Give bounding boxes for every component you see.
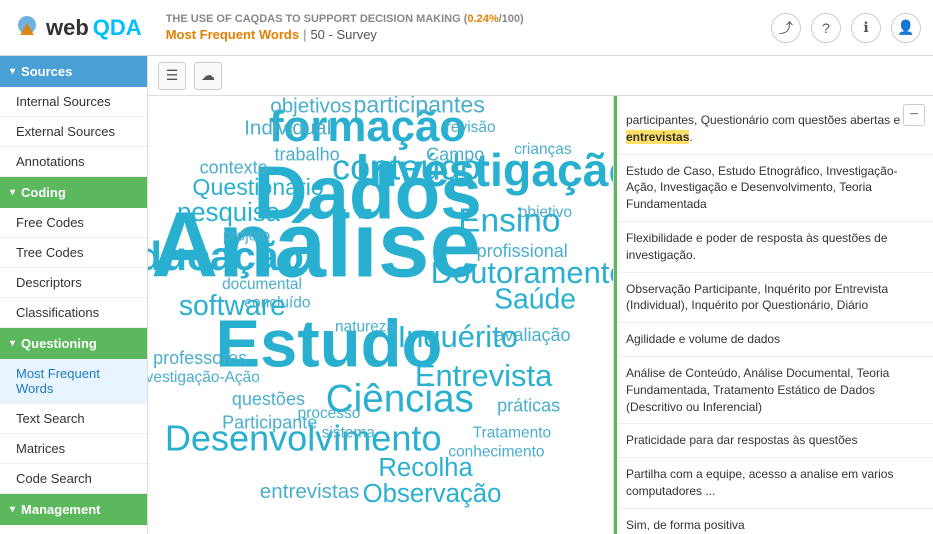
- split-view: AnáliseDadosEstudoInvestigaçãoformaçãoEd…: [148, 96, 933, 534]
- wordcloud-word[interactable]: Campo: [426, 144, 484, 164]
- toolbar: ☰ ☁: [148, 56, 933, 96]
- wordcloud-word[interactable]: avaliação: [494, 325, 570, 345]
- breadcrumb-current: 50 - Survey: [310, 27, 376, 42]
- wordcloud-word[interactable]: concluído: [244, 294, 310, 311]
- result-item[interactable]: Sim, de forma positiva: [614, 509, 933, 534]
- sidebar-item-internal-sources[interactable]: Internal Sources: [0, 87, 147, 117]
- logo-area: webQDA: [12, 13, 142, 43]
- content: ☰ ☁ AnáliseDadosEstudoInvestigaçãoformaç…: [148, 56, 933, 534]
- percent-value: 0.24%: [467, 13, 498, 25]
- result-item[interactable]: Estudo de Caso, Estudo Etnográfico, Inve…: [614, 155, 933, 222]
- wordcloud-word[interactable]: trabalho: [275, 144, 340, 164]
- chevron-coding-icon: ▾: [10, 187, 15, 198]
- cloud-view-button[interactable]: ☁: [194, 62, 222, 90]
- chevron-questioning-icon: ▾: [10, 338, 15, 349]
- header: webQDA THE USE OF CAQDAS TO SUPPORT DECI…: [0, 0, 933, 56]
- share-button[interactable]: ⤴: [771, 13, 801, 43]
- sidebar-item-tree-codes[interactable]: Tree Codes: [0, 238, 147, 268]
- wordcloud-word[interactable]: Saúde: [494, 284, 576, 316]
- wordcloud-word[interactable]: conhecimento: [448, 444, 544, 461]
- logo-text: web: [46, 15, 89, 41]
- wordcloud-svg: AnáliseDadosEstudoInvestigaçãoformaçãoEd…: [148, 96, 613, 534]
- sidebar-section-sources[interactable]: ▾ Sources: [0, 56, 147, 87]
- sidebar-section-questioning[interactable]: ▾ Questioning: [0, 328, 147, 359]
- wordcloud-word[interactable]: objetivos: [270, 96, 351, 118]
- accent-border: [614, 96, 617, 534]
- sidebar-item-code-search[interactable]: Code Search: [0, 464, 147, 494]
- wordcloud-word[interactable]: contexto: [200, 157, 268, 177]
- wordcloud-word[interactable]: entrevistas: [260, 480, 360, 503]
- sidebar-item-classifications[interactable]: Classifications: [0, 298, 147, 328]
- wordcloud-word[interactable]: participantes: [353, 96, 484, 118]
- wordcloud-word[interactable]: professores: [153, 348, 247, 368]
- wordcloud-word[interactable]: Observação: [363, 480, 502, 508]
- wordcloud-word[interactable]: natureza: [335, 319, 395, 336]
- wordcloud-word[interactable]: sistema: [322, 424, 376, 441]
- result-item[interactable]: participantes, Questionário com questões…: [614, 104, 933, 155]
- logo-qda-text: QDA: [93, 15, 142, 41]
- sidebar-item-free-codes[interactable]: Free Codes: [0, 208, 147, 238]
- wordcloud-word[interactable]: Participante: [222, 412, 317, 432]
- wordcloud-word[interactable]: Tratamento: [473, 424, 551, 441]
- breadcrumb-separator: |: [303, 27, 306, 42]
- sidebar-section-coding[interactable]: ▾ Coding: [0, 177, 147, 208]
- header-icons: ⤴ ? ℹ 👤: [771, 13, 921, 43]
- result-item[interactable]: Flexibilidade e poder de resposta às que…: [614, 222, 933, 273]
- results-list: participantes, Questionário com questões…: [614, 96, 933, 534]
- sidebar-item-descriptors[interactable]: Descriptors: [0, 268, 147, 298]
- wordcloud-word[interactable]: questões: [232, 389, 305, 409]
- sidebar-section-coding-label: Coding: [21, 185, 66, 200]
- results-panel[interactable]: − participantes, Questionário com questõ…: [613, 96, 933, 534]
- sidebar-item-annotations[interactable]: Annotations: [0, 147, 147, 177]
- wordcloud-word[interactable]: práticas: [497, 396, 560, 416]
- wordcloud-word[interactable]: Entrevista: [415, 358, 553, 393]
- sidebar-item-most-frequent-words[interactable]: Most Frequent Words: [0, 359, 147, 404]
- result-item[interactable]: Partilha com a equipe, acesso a analise …: [614, 458, 933, 509]
- list-view-button[interactable]: ☰: [158, 62, 186, 90]
- breadcrumb-link[interactable]: Most Frequent Words: [166, 27, 299, 42]
- sidebar: ▾ Sources Internal Sources External Sour…: [0, 56, 148, 534]
- wordcloud-word[interactable]: profissional: [477, 241, 568, 261]
- result-item[interactable]: Agilidade e volume de dados: [614, 323, 933, 357]
- sidebar-item-external-sources[interactable]: External Sources: [0, 117, 147, 147]
- info-button[interactable]: ℹ: [851, 13, 881, 43]
- profile-button[interactable]: 👤: [891, 13, 921, 43]
- wordcloud-panel: AnáliseDadosEstudoInvestigaçãoformaçãoEd…: [148, 96, 613, 534]
- help-button[interactable]: ?: [811, 13, 841, 43]
- wordcloud-word[interactable]: Questionário: [192, 174, 323, 200]
- wordcloud-word[interactable]: projeto: [223, 227, 270, 244]
- sidebar-item-matrices[interactable]: Matrices: [0, 434, 147, 464]
- result-item[interactable]: Praticidade para dar respostas às questõ…: [614, 424, 933, 458]
- highlighted-word: entrevistas: [626, 130, 689, 144]
- sidebar-item-text-search[interactable]: Text Search: [0, 404, 147, 434]
- wordcloud-word[interactable]: crianças: [514, 141, 572, 158]
- logo-icon: [12, 13, 42, 43]
- wordcloud-word[interactable]: Investigação-Ação: [148, 369, 260, 386]
- title-area: THE USE OF CAQDAS TO SUPPORT DECISION MA…: [166, 13, 771, 42]
- wordcloud-word[interactable]: pesquisa: [177, 199, 281, 227]
- result-item[interactable]: Observação Participante, Inquérito por E…: [614, 273, 933, 324]
- breadcrumb-bar: Most Frequent Words | 50 - Survey: [166, 27, 771, 42]
- result-item[interactable]: Análise de Conteúdo, Análise Documental,…: [614, 357, 933, 424]
- wordcloud-word[interactable]: revisão: [446, 119, 496, 136]
- wordcloud-word[interactable]: objetivo: [519, 204, 572, 221]
- page-title: THE USE OF CAQDAS TO SUPPORT DECISION MA…: [166, 13, 771, 25]
- sidebar-item-users[interactable]: Users: [0, 525, 147, 534]
- wordcloud-word[interactable]: documental: [222, 276, 302, 293]
- collapse-button[interactable]: −: [903, 104, 925, 126]
- chevron-management-icon: ▾: [10, 504, 15, 515]
- sidebar-section-questioning-label: Questioning: [21, 336, 97, 351]
- sidebar-section-management-label: Management: [21, 502, 100, 517]
- sidebar-section-sources-label: Sources: [21, 64, 72, 79]
- chevron-sources-icon: ▾: [10, 66, 15, 77]
- main: ▾ Sources Internal Sources External Sour…: [0, 56, 933, 534]
- wordcloud-word[interactable]: Individual: [244, 117, 331, 140]
- sidebar-section-management[interactable]: ▾ Management: [0, 494, 147, 525]
